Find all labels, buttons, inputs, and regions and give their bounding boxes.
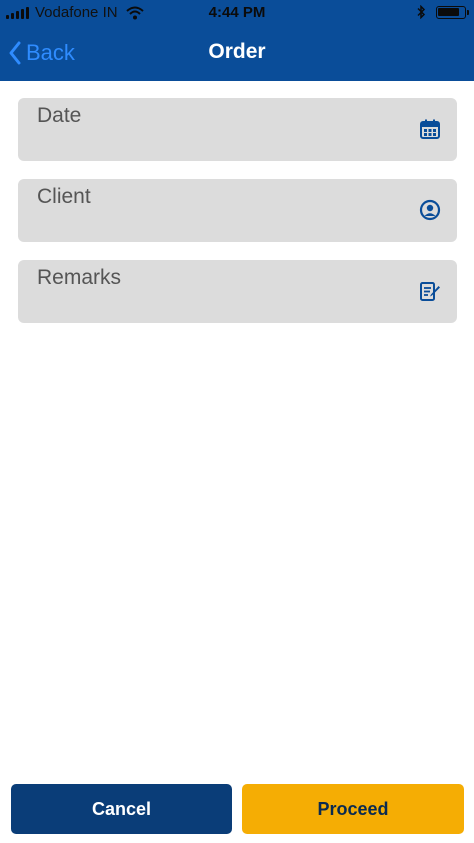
calendar-icon[interactable]	[419, 118, 441, 140]
client-field[interactable]: Client	[18, 179, 457, 242]
navigation-bar: Back Order	[0, 26, 474, 81]
proceed-button[interactable]: Proceed	[242, 784, 464, 834]
bluetooth-icon	[417, 5, 426, 19]
user-circle-icon[interactable]	[419, 199, 441, 221]
date-field-label: Date	[37, 104, 82, 127]
remarks-field[interactable]: Remarks	[18, 260, 457, 323]
status-time: 4:44 PM	[208, 4, 266, 21]
cancel-button[interactable]: Cancel	[11, 784, 232, 834]
order-screen: Vodafone IN 4:44 PM Back Order Date Clie…	[0, 0, 474, 843]
status-right	[417, 5, 469, 19]
date-field[interactable]: Date	[18, 98, 457, 161]
client-field-label: Client	[37, 185, 91, 208]
battery-icon	[436, 5, 469, 19]
battery-level	[438, 7, 459, 16]
page-title: Order	[208, 40, 266, 63]
status-bar: Vodafone IN 4:44 PM	[0, 0, 474, 26]
remarks-field-label: Remarks	[37, 266, 122, 289]
edit-note-icon[interactable]	[419, 280, 441, 302]
